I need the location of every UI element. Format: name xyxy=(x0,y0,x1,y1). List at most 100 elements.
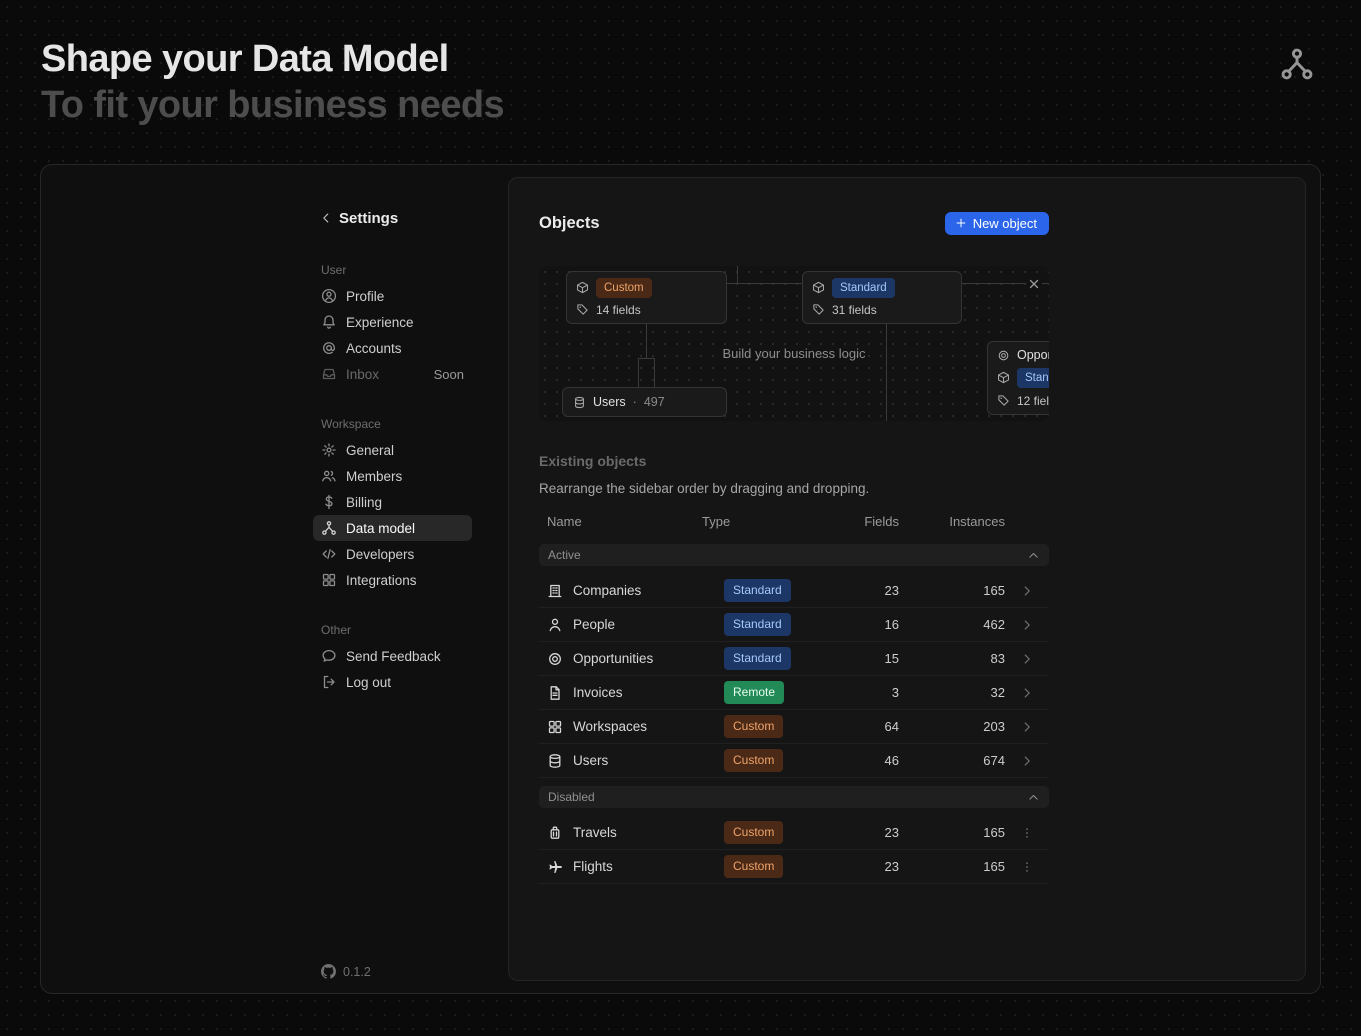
objects-panel: Objects New object xyxy=(508,177,1306,981)
sidebar-item-inbox[interactable]: InboxSoon xyxy=(313,361,472,387)
box-icon xyxy=(812,281,825,294)
nav-section-label-other: Other xyxy=(313,617,472,643)
object-row-action[interactable] xyxy=(1005,652,1049,666)
column-header-fields: Fields xyxy=(822,514,899,529)
sidebar-item-label: Log out xyxy=(346,675,391,690)
object-fields-count: 46 xyxy=(822,753,899,768)
inbox-icon xyxy=(321,366,337,382)
file-icon xyxy=(547,685,563,701)
object-fields-count: 16 xyxy=(822,617,899,632)
sidebar-item-developers[interactable]: Developers xyxy=(313,541,472,567)
chevron-right-icon xyxy=(1020,618,1034,632)
settings-back-label: Settings xyxy=(339,210,398,227)
object-type-cell: Custom xyxy=(702,715,822,737)
sidebar-item-log-out[interactable]: Log out xyxy=(313,669,472,695)
users-node-label: Users xyxy=(593,395,626,409)
object-row-action[interactable] xyxy=(1005,686,1049,700)
canvas-node-standard[interactable]: Standard 31 fields xyxy=(802,271,962,324)
sidebar-item-label: Billing xyxy=(346,495,382,510)
plus-icon xyxy=(955,217,967,229)
sidebar-item-integrations[interactable]: Integrations xyxy=(313,567,472,593)
sidebar-item-profile[interactable]: Profile xyxy=(313,283,472,309)
object-name: Invoices xyxy=(573,685,623,700)
sidebar-item-send-feedback[interactable]: Send Feedback xyxy=(313,643,472,669)
settings-sidebar: Settings UserProfileExperienceAccountsIn… xyxy=(313,207,472,695)
object-row-flights[interactable]: FlightsCustom23165 xyxy=(539,850,1049,884)
sidebar-item-accounts[interactable]: Accounts xyxy=(313,335,472,361)
group-label: Disabled xyxy=(548,790,595,804)
sidebar-item-label: Experience xyxy=(346,315,414,330)
object-instances-count: 165 xyxy=(899,859,1005,874)
group-header-disabled[interactable]: Disabled xyxy=(539,786,1049,808)
type-badge: Custom xyxy=(724,749,783,771)
chevron-left-icon xyxy=(319,211,333,225)
object-row-action[interactable] xyxy=(1005,826,1049,840)
type-badge: Custom xyxy=(724,821,783,843)
object-row-companies[interactable]: CompaniesStandard23165 xyxy=(539,574,1049,608)
group-header-active[interactable]: Active xyxy=(539,544,1049,566)
canvas-node-custom[interactable]: Custom 14 fields xyxy=(566,271,727,324)
chat-icon xyxy=(321,648,337,664)
object-row-action[interactable] xyxy=(1005,618,1049,632)
object-name-cell: Companies xyxy=(539,583,702,599)
object-row-travels[interactable]: TravelsCustom23165 xyxy=(539,816,1049,850)
data-model-canvas[interactable]: Custom 14 fields Standard 31 fields xyxy=(539,266,1049,421)
luggage-icon xyxy=(547,825,563,841)
object-row-invoices[interactable]: InvoicesRemote332 xyxy=(539,676,1049,710)
object-row-action[interactable] xyxy=(1005,720,1049,734)
gear-icon xyxy=(321,442,337,458)
person-circle-icon xyxy=(321,288,337,304)
canvas-node-users[interactable]: Users · 497 xyxy=(562,387,727,417)
close-icon[interactable] xyxy=(1026,276,1042,292)
object-name-cell: Workspaces xyxy=(539,719,702,735)
dots-vertical-icon xyxy=(1020,860,1034,874)
object-row-opportunities[interactable]: OpportunitiesStandard1583 xyxy=(539,642,1049,676)
connector-line xyxy=(737,266,738,283)
object-row-action[interactable] xyxy=(1005,584,1049,598)
sidebar-item-label: Inbox xyxy=(346,367,379,382)
object-name: Opportunities xyxy=(573,651,653,666)
object-row-people[interactable]: PeopleStandard16462 xyxy=(539,608,1049,642)
object-instances-count: 83 xyxy=(899,651,1005,666)
object-instances-count: 674 xyxy=(899,753,1005,768)
users-icon xyxy=(321,468,337,484)
type-badge: Standard xyxy=(724,647,791,669)
object-type-cell: Standard xyxy=(702,647,822,669)
person-icon xyxy=(547,617,563,633)
page: { "page": { "heading_primary": "Shape yo… xyxy=(0,0,1361,1036)
sidebar-item-data-model[interactable]: Data model xyxy=(313,515,472,541)
new-object-button[interactable]: New object xyxy=(945,212,1049,235)
type-badge: Remote xyxy=(724,681,784,703)
sidebar-item-billing[interactable]: Billing xyxy=(313,489,472,515)
database-icon xyxy=(573,396,586,409)
type-badge: Custom xyxy=(724,855,783,877)
sidebar-item-experience[interactable]: Experience xyxy=(313,309,472,335)
object-instances-count: 165 xyxy=(899,825,1005,840)
logout-icon xyxy=(321,674,337,690)
tag-icon xyxy=(576,303,589,316)
sidebar-item-label: Profile xyxy=(346,289,384,304)
chevron-right-icon xyxy=(1020,686,1034,700)
chevron-right-icon xyxy=(1020,584,1034,598)
object-type-cell: Custom xyxy=(702,855,822,877)
new-object-label: New object xyxy=(973,216,1037,231)
code-icon xyxy=(321,546,337,562)
object-row-workspaces[interactable]: WorkspacesCustom64203 xyxy=(539,710,1049,744)
object-row-users[interactable]: UsersCustom46674 xyxy=(539,744,1049,778)
page-subtitle: To fit your business needs xyxy=(41,82,504,128)
plane-icon xyxy=(547,859,563,875)
page-title: Shape your Data Model xyxy=(41,36,504,82)
sidebar-item-general[interactable]: General xyxy=(313,437,472,463)
version-label: 0.1.2 xyxy=(343,965,371,979)
users-node-count: 497 xyxy=(644,395,665,409)
sidebar-item-members[interactable]: Members xyxy=(313,463,472,489)
chevron-right-icon xyxy=(1020,754,1034,768)
object-fields-count: 64 xyxy=(822,719,899,734)
github-icon[interactable] xyxy=(321,964,336,979)
settings-back-button[interactable]: Settings xyxy=(313,207,472,229)
object-name-cell: Opportunities xyxy=(539,651,702,667)
data-model-icon xyxy=(321,520,337,536)
object-row-action[interactable] xyxy=(1005,754,1049,768)
table-body: Active CompaniesStandard23165PeopleStanda… xyxy=(539,544,1049,884)
object-row-action[interactable] xyxy=(1005,860,1049,874)
